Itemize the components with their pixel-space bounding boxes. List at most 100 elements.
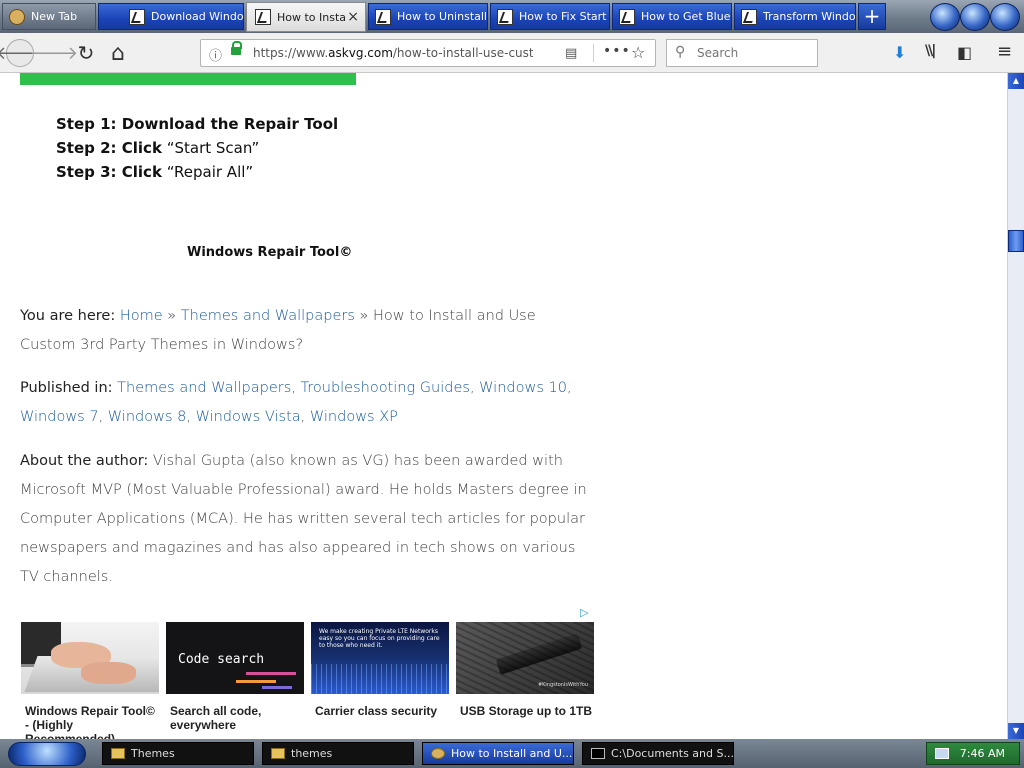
tab-title: How to Uninstall — [397, 10, 487, 23]
page-actions-icon[interactable]: ••• — [603, 43, 631, 59]
repair-tool-label: Windows Repair Tool© — [187, 245, 353, 260]
tab-new-tab[interactable]: New Tab — [2, 3, 96, 30]
ad-caption[interactable]: Search all code, everywhere — [166, 704, 304, 732]
lte-network-image: We make creating Private LTE Networks ea… — [311, 622, 449, 694]
askvg-icon — [741, 8, 757, 25]
laptop-typing-image — [21, 622, 159, 694]
ad-caption[interactable]: Carrier class security — [311, 704, 449, 718]
library-icon[interactable]: \\| — [925, 43, 936, 59]
forward-button[interactable]: 🡒 — [30, 39, 78, 67]
tab-transform-windows[interactable]: Transform Windo — [734, 3, 856, 30]
reload-icon: ↻ — [77, 41, 95, 65]
close-window-button[interactable] — [990, 3, 1020, 31]
category-link[interactable]: Windows 7 — [20, 409, 99, 425]
cmd-icon — [591, 748, 605, 759]
download-icon[interactable]: ⬇ — [893, 43, 906, 62]
category-link[interactable]: Windows Vista — [196, 409, 301, 425]
lock-icon — [231, 41, 242, 55]
tab-strip: New Tab Download Windo How to Insta × Ho… — [0, 0, 1024, 33]
ad-card[interactable]: We make creating Private LTE Networks ea… — [311, 622, 449, 718]
author-bio: Vishal Gupta (also known as VG) has been… — [20, 453, 587, 585]
ad-card[interactable]: Windows Repair Tool© - (Highly Recommend… — [21, 622, 159, 739]
taskbar-item-themes-lower[interactable]: themes — [262, 742, 414, 765]
taskbar-item-browser[interactable]: How to Install and U... — [422, 742, 574, 765]
ad-caption[interactable]: Windows Repair Tool© - (Highly Recommend… — [21, 704, 159, 739]
adchoices-icon[interactable]: ▷ — [580, 606, 588, 619]
tab-title: How to Fix Start — [519, 10, 607, 23]
askvg-icon — [375, 8, 391, 25]
download-banner-bar[interactable] — [20, 73, 356, 85]
search-bar[interactable]: ⚲ — [666, 39, 818, 67]
askvg-icon — [619, 8, 635, 25]
start-button[interactable] — [8, 742, 86, 766]
taskbar: Themes themes How to Install and U... C:… — [0, 739, 1024, 768]
ad-card[interactable]: Code search Search all code, everywhere — [166, 622, 304, 732]
close-icon[interactable]: × — [347, 9, 359, 25]
author-label: About the author: — [20, 453, 149, 469]
info-icon[interactable]: ⓘ — [209, 45, 222, 64]
minimize-button[interactable] — [930, 3, 960, 31]
taskbar-item-cmd[interactable]: C:\Documents and S... — [582, 742, 734, 765]
home-button[interactable]: ⌂ — [104, 39, 132, 67]
step-2: Step 2: Click “Start Scan” — [56, 139, 260, 157]
tab-how-to-uninstall[interactable]: How to Uninstall — [368, 3, 488, 30]
ad-caption[interactable]: USB Storage up to 1TB — [456, 704, 594, 718]
tab-title: How to Get Blue — [641, 10, 731, 23]
tab-how-to-get-blue[interactable]: How to Get Blue — [612, 3, 732, 30]
url-text[interactable]: https://www.askvg.com/how-to-install-use… — [253, 46, 533, 60]
tab-how-to-fix-start[interactable]: How to Fix Start — [490, 3, 610, 30]
system-tray: 7:46 AM — [926, 742, 1020, 765]
maximize-button[interactable] — [960, 3, 990, 31]
category-link[interactable]: Troubleshooting Guides — [301, 380, 470, 396]
tab-title: New Tab — [31, 10, 78, 23]
home-icon: ⌂ — [111, 40, 125, 66]
code-search-image: Code search — [166, 622, 304, 694]
search-icon: ⚲ — [675, 44, 686, 60]
category-link[interactable]: Windows XP — [310, 409, 398, 425]
category-link[interactable]: Windows 8 — [108, 409, 187, 425]
tab-title: Download Windo — [151, 10, 243, 23]
category-link[interactable]: Windows 10 — [479, 380, 567, 396]
url-bar[interactable]: ⓘ https://www.askvg.com/how-to-install-u… — [200, 39, 656, 67]
breadcrumb-category-link[interactable]: Themes and Wallpapers — [181, 308, 355, 324]
new-tab-button[interactable]: + — [858, 3, 886, 30]
network-icon[interactable] — [935, 748, 949, 759]
breadcrumb: You are here: Home » Themes and Wallpape… — [20, 308, 536, 353]
url-bar-divider — [593, 44, 594, 62]
tab-title: Transform Windo — [763, 10, 855, 23]
taskbar-item-themes[interactable]: Themes — [102, 742, 254, 765]
arrow-right-icon: 🡒 — [29, 42, 79, 64]
scroll-thumb[interactable] — [1008, 230, 1024, 252]
about-author: About the author: Vishal Gupta (also kno… — [20, 447, 590, 592]
clock[interactable]: 7:46 AM — [960, 747, 1005, 760]
tab-title: How to Insta — [277, 10, 347, 24]
published-label: Published in: — [20, 380, 113, 396]
breadcrumb-home-link[interactable]: Home — [120, 308, 163, 324]
folder-icon — [271, 748, 285, 759]
published-in: Published in: Themes and Wallpapers, Tro… — [20, 380, 572, 425]
breadcrumb-label: You are here: — [20, 308, 116, 324]
reload-button[interactable]: ↻ — [72, 39, 100, 67]
navigation-toolbar: 🡐 🡒 ↻ ⌂ ⓘ https://www.askvg.com/how-to-i… — [0, 33, 1024, 73]
firefox-icon — [431, 748, 445, 759]
tab-download-windows[interactable]: Download Windo — [98, 3, 244, 30]
bookmark-star-icon[interactable]: ☆ — [631, 43, 645, 62]
step-1: Step 1: Download the Repair Tool — [56, 115, 339, 133]
reader-view-icon[interactable]: ▤ — [565, 46, 577, 61]
firefox-icon — [9, 8, 25, 25]
askvg-icon — [497, 8, 513, 25]
folder-icon — [111, 748, 125, 759]
usb-drive-image: #KingstonIsWithYou — [456, 622, 594, 694]
vertical-scrollbar[interactable]: ▲ ▼ — [1007, 73, 1024, 739]
scroll-down-button[interactable]: ▼ — [1008, 723, 1024, 739]
askvg-icon — [255, 9, 271, 25]
ad-card[interactable]: #KingstonIsWithYou USB Storage up to 1TB — [456, 622, 594, 718]
menu-icon[interactable]: ≡ — [997, 41, 1012, 62]
scroll-up-button[interactable]: ▲ — [1008, 73, 1024, 89]
page-content: Step 1: Download the Repair Tool Step 2:… — [0, 73, 1007, 739]
search-input[interactable] — [695, 45, 815, 61]
tab-how-to-install[interactable]: How to Insta × — [246, 2, 366, 32]
step-3: Step 3: Click “Repair All” — [56, 163, 254, 181]
sidebar-icon[interactable]: ◧ — [957, 43, 972, 62]
category-link[interactable]: Themes and Wallpapers — [117, 380, 291, 396]
